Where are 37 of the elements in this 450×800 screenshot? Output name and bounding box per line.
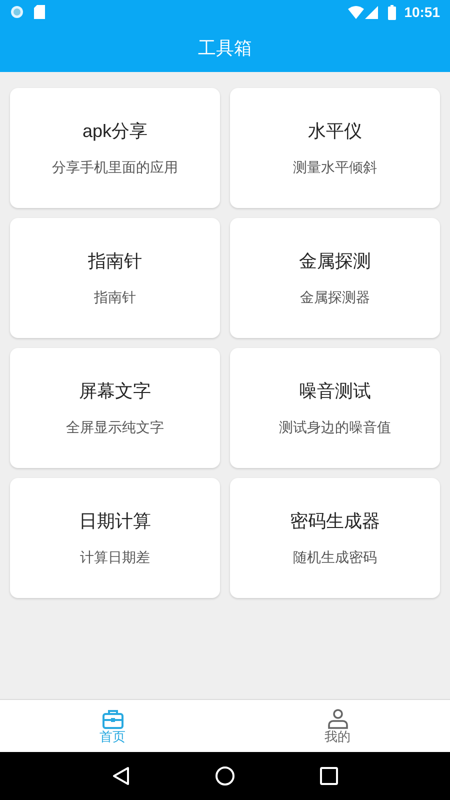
tool-title: 密码生成器 <box>290 510 380 533</box>
tool-title: 噪音测试 <box>299 380 371 403</box>
app-title: 工具箱 <box>198 36 252 60</box>
wifi-icon <box>348 6 364 18</box>
sd-card-icon <box>34 5 45 19</box>
tool-card[interactable]: apk分享 分享手机里面的应用 <box>10 88 220 208</box>
tool-title: 日期计算 <box>79 510 151 533</box>
recents-icon[interactable] <box>320 767 338 785</box>
status-time: 10:51 <box>404 2 440 22</box>
tool-card[interactable]: 水平仪 测量水平倾斜 <box>230 88 440 208</box>
person-icon <box>326 709 348 729</box>
tool-description: 计算日期差 <box>80 548 150 567</box>
tool-card[interactable]: 日期计算 计算日期差 <box>10 478 220 598</box>
toolbox-icon <box>102 709 124 729</box>
notification-icon <box>10 5 24 19</box>
tool-card[interactable]: 金属探测 金属探测器 <box>230 218 440 338</box>
home-icon[interactable] <box>214 766 235 786</box>
tool-title: 屏幕文字 <box>79 380 151 403</box>
tool-title: 水平仪 <box>308 120 362 143</box>
tool-card[interactable]: 密码生成器 随机生成密码 <box>230 478 440 598</box>
tool-title: 指南针 <box>88 250 142 273</box>
tool-title: 金属探测 <box>299 250 371 273</box>
tool-description: 测量水平倾斜 <box>293 158 377 177</box>
nav-tab[interactable]: 我的 <box>225 700 450 752</box>
tool-title: apk分享 <box>82 120 148 143</box>
tool-description: 指南针 <box>94 288 136 307</box>
tool-card[interactable]: 屏幕文字 全屏显示纯文字 <box>10 348 220 468</box>
battery-icon <box>388 4 396 20</box>
tool-description: 测试身边的噪音值 <box>279 418 391 437</box>
tool-description: 全屏显示纯文字 <box>66 418 164 437</box>
tool-card[interactable]: 噪音测试 测试身边的噪音值 <box>230 348 440 468</box>
tool-description: 金属探测器 <box>300 288 370 307</box>
tool-description: 分享手机里面的应用 <box>52 158 178 177</box>
tool-card[interactable]: 指南针 指南针 <box>10 218 220 338</box>
tool-description: 随机生成密码 <box>293 548 377 567</box>
signal-icon <box>365 6 378 18</box>
back-icon[interactable] <box>112 766 130 786</box>
